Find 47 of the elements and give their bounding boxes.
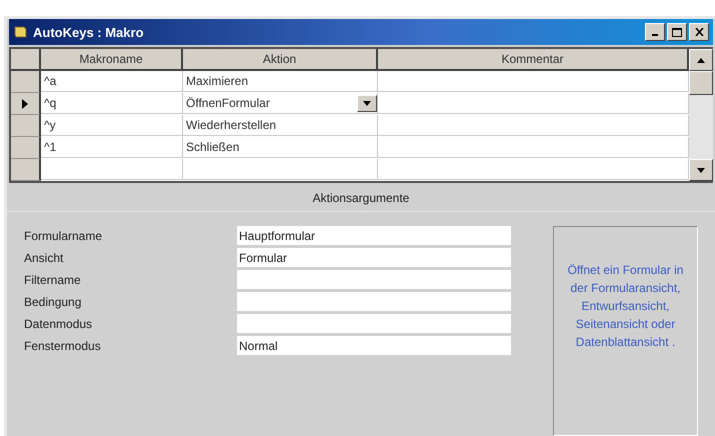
section-title: Aktionsargumente xyxy=(7,183,715,212)
up-arrow-icon xyxy=(697,58,705,62)
table-cell: ^a xyxy=(41,71,183,92)
column-header[interactable]: Aktion xyxy=(183,49,378,71)
input-field[interactable] xyxy=(237,314,511,333)
row-selector[interactable] xyxy=(11,93,41,115)
help-text: Öffnet ein Formular in der Formularansicht, Entwurfsansicht, Seitenansicht oder Datenblattansicht . xyxy=(566,262,684,351)
input-field[interactable] xyxy=(237,270,511,289)
scroll-up-button[interactable] xyxy=(689,49,713,71)
vertical-scrollbar[interactable] xyxy=(689,49,713,181)
caret-icon xyxy=(363,100,371,106)
close-button[interactable] xyxy=(689,23,709,41)
corner-header xyxy=(11,49,41,71)
minimize-button[interactable] xyxy=(645,23,665,41)
current-row-icon xyxy=(22,98,28,108)
scroll-thumb[interactable] xyxy=(689,71,713,95)
table-cell: ^y xyxy=(41,115,183,136)
window-title: AutoKeys : Makro xyxy=(33,24,144,40)
field-label: Filtername xyxy=(24,272,82,288)
action-text: Schließen xyxy=(186,140,240,154)
row-selector[interactable] xyxy=(11,115,41,137)
input-field[interactable]: Hauptformular xyxy=(237,226,511,245)
row-selector[interactable] xyxy=(11,159,41,181)
dropdown-button[interactable] xyxy=(357,94,377,112)
scroll-down-button[interactable] xyxy=(689,159,713,181)
input-field[interactable]: Formular xyxy=(237,248,511,267)
action-text: Maximieren xyxy=(186,74,248,88)
maximize-button[interactable] xyxy=(667,23,687,41)
row-selector[interactable] xyxy=(11,137,41,159)
action-text: ÖffnenFormular xyxy=(186,96,270,110)
field-label: Datenmodus xyxy=(24,316,94,332)
maximize-icon xyxy=(672,28,682,36)
row-selector[interactable] xyxy=(11,71,41,93)
column-header[interactable]: Makroname xyxy=(41,49,183,71)
scroll-icon xyxy=(13,25,27,39)
input-field[interactable] xyxy=(237,292,511,311)
table-cell: ^1 xyxy=(41,137,183,158)
table-cell: ^q xyxy=(41,93,183,114)
field-label: Bedingung xyxy=(24,294,82,310)
field-label: Fenstermodus xyxy=(24,338,102,354)
close-icon xyxy=(694,28,704,36)
field-label: Formularname xyxy=(24,228,104,244)
field-label: Ansicht xyxy=(24,250,64,266)
down-arrow-icon xyxy=(697,168,705,172)
column-header[interactable]: Kommentar xyxy=(378,49,689,71)
input-field[interactable]: Normal xyxy=(237,336,511,355)
action-text: Wiederherstellen xyxy=(186,118,276,132)
